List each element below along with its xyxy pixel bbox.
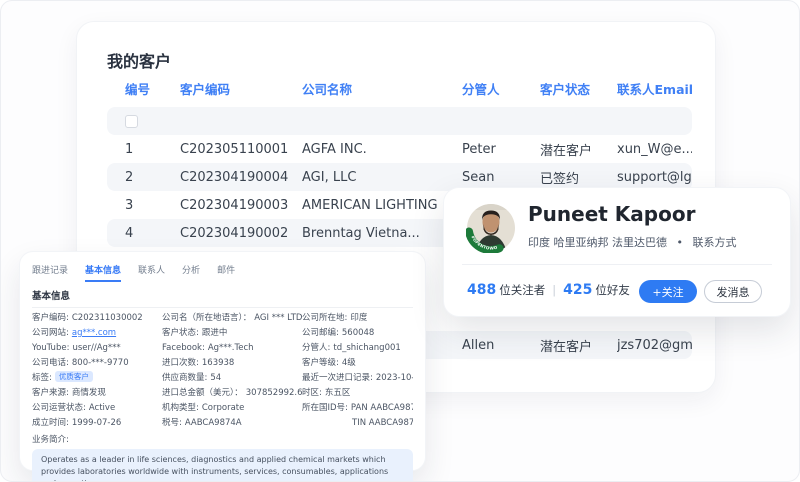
tab-analysis[interactable]: 分析 [182,263,200,282]
column-header-owner: 分管人 [462,82,500,97]
field-youtube: YouTube: user//Ag*** [32,343,121,353]
field-facebook: Facebook: Ag***.Tech [162,343,254,353]
field-owner: 分管人: td_shichang001 [302,343,401,353]
cell-no: 2 [125,169,134,185]
field-phone: 公司电话: 800-***-9770 [32,358,129,368]
contact-location: 印度 哈里亚纳邦 法里达巴德 [528,236,667,249]
column-header-company: 公司名称 [302,82,353,97]
followers-label: 位关注者 [499,283,546,297]
field-tax-id: 税号: AABCA9874A [162,418,242,428]
field-customer-code: 客户编码: C202311030002 [32,313,143,323]
tab-basic-info[interactable]: 基本信息 [85,263,122,282]
contact-method-link[interactable]: 联系方式 [693,236,737,249]
column-header-email: 联系人Email [617,82,692,97]
business-intro-text: Operates as a leader in life sciences, d… [32,449,413,481]
quality-customer-badge: 优质客户 [54,371,93,382]
business-intro-label: 业务简介: [32,435,69,445]
field-customer-source: 客户来源: 商情发现 [32,388,106,398]
stats-divider: | [552,283,557,297]
followers-count: 488 [467,282,497,298]
cell-status: 已签约 [540,171,580,187]
cell-owner: Allen [462,337,495,353]
field-postal-code: 公司邮编: 560048 [302,328,375,338]
cell-no: 3 [125,197,134,213]
cell-owner: Peter [462,141,496,157]
column-header-status: 客户状态 [540,82,591,97]
select-all-checkbox[interactable] [125,114,138,128]
field-last-import-record: 最近一次进口记录:2023-10-20 [302,373,413,383]
cell-status: 潜在客户 [540,339,593,355]
tab-mail[interactable]: 邮件 [217,263,235,282]
cell-email: xun_W@e... [617,141,692,157]
cell-code: C202304190003 [180,197,289,213]
cell-no: 1 [125,141,134,157]
dot-separator: • [676,236,684,249]
field-local-company-name: 公司名（所在地语言）： AGI *** LTD [162,313,302,323]
cell-company: AMERICAN LIGHTING [302,197,438,213]
cell-company: Brenntag Vietna... [302,225,420,241]
company-website-link[interactable]: ag***.com [72,328,116,338]
table-header: 编号 客户编码 公司名称 分管人 客户状态 联系人Email [107,79,692,98]
column-header-code: 客户编码 [180,82,231,97]
cell-company: AGFA INC. [302,141,367,157]
friends-count: 425 [563,282,593,298]
detail-tabs: 跟进记录 基本信息 联系人 分析 邮件 [32,263,413,282]
follower-stats: 488 位关注者 | 425 位好友 [467,276,630,304]
cell-status: 潜在客户 [540,143,593,159]
field-operation-status: 公司运营状态: Active [32,403,116,413]
contact-name: Puneet Kapoor [528,202,696,226]
tab-follow-records[interactable]: 跟进记录 [32,263,68,282]
cell-email: jzs702@gm... [617,337,692,353]
field-org-type: 机构类型: Corporate [162,403,245,413]
field-country-id: 所在国ID号:PAN AABCA9874A [302,403,413,413]
divider [462,264,772,265]
avatar: #OPENTOWORK [464,199,516,254]
field-timezone: 时区: 东五区 [302,388,351,398]
field-import-total: 进口总金额（美元）： 307852992.67 [162,388,302,398]
section-title: 基本信息 [32,288,413,308]
field-company-location: 公司所在地: 印度 [302,313,368,323]
page-title: 我的客户 [107,52,172,71]
cell-email: support@lg... [617,169,692,185]
cell-company: AGI, LLC [302,169,357,185]
field-founded-date: 成立时间: 1999-07-26 [32,418,122,428]
table-row[interactable]: 1 C202305110001 AGFA INC. Peter 潜在客户 xun… [107,135,692,163]
cell-code: C202305110001 [180,141,289,157]
field-supplier-count: 供应商数量: 54 [162,373,222,383]
field-customer-status: 客户状态: 跟进中 [162,328,228,338]
field-tags: 标签: 优质客户 [32,371,162,386]
page: 我的客户 编号 客户编码 公司名称 分管人 客户状态 联系人Email 1 C2… [0,0,800,482]
contact-subtitle: 印度 哈里亚纳邦 法里达巴德 • 联系方式 [528,234,737,250]
tab-contacts[interactable]: 联系人 [138,263,165,282]
cell-code: C202304190002 [180,225,289,241]
cell-code: C202304190004 [180,169,289,185]
column-header-no: 编号 [125,82,151,97]
field-customer-level: 客户等级: 4级 [302,358,356,368]
field-company-website: 公司网站: ag***.com [32,328,117,338]
field-tin: TIN AABCA9874A [352,418,413,428]
cell-owner: Sean [462,169,495,185]
friends-label: 位好友 [595,283,630,297]
message-button[interactable]: 发消息 [704,280,762,303]
contact-profile-card: #OPENTOWORK Puneet Kapoor 印度 哈里亚纳邦 法里达巴德… [443,187,791,317]
field-import-count: 进口次数: 163938 [162,358,235,368]
customer-detail-card: 跟进记录 基本信息 联系人 分析 邮件 基本信息 客户编码: C202311030… [19,251,426,481]
detail-fields: 客户编码: C202311030002 公司名（所在地语言）： AGI *** LT… [32,311,413,431]
follow-button[interactable]: +关注 [639,280,697,303]
cell-no: 4 [125,225,134,241]
select-all-row [107,107,692,135]
